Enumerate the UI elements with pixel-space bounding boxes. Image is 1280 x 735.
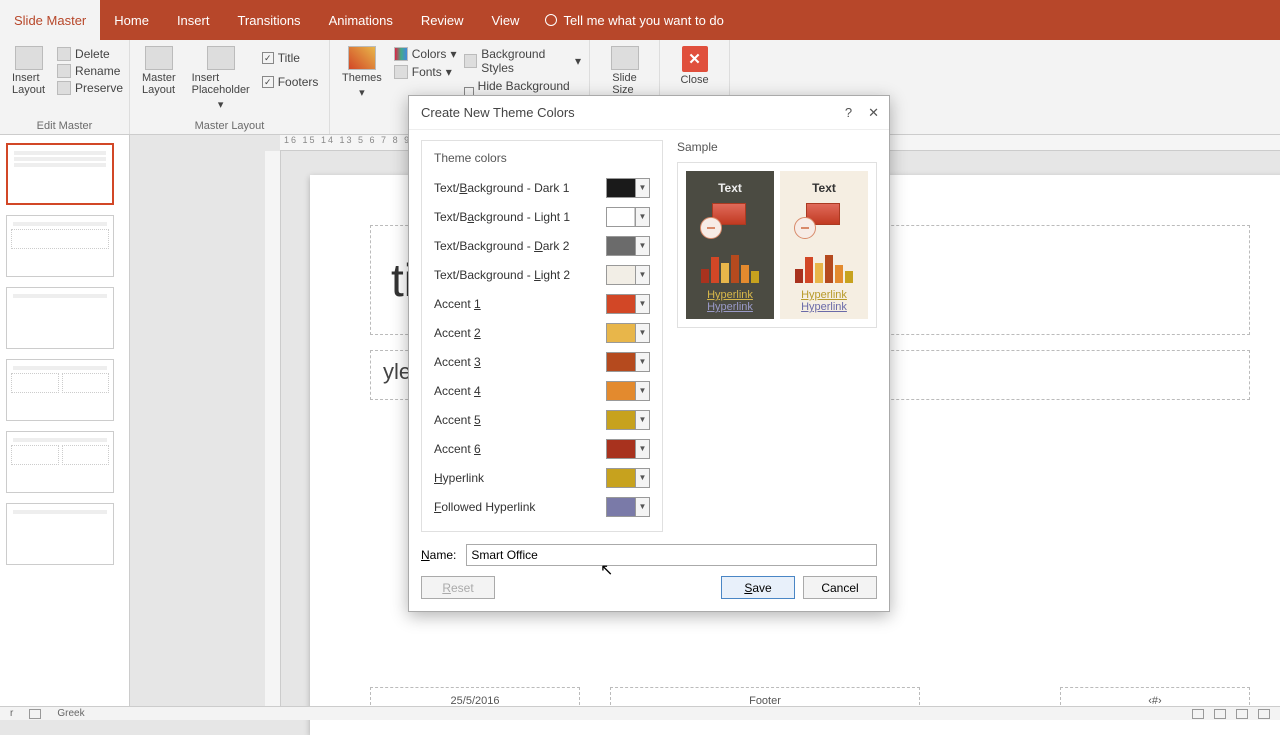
layout-thumb[interactable] [6,143,114,205]
cancel-button[interactable]: Cancel [803,576,877,599]
fonts-button[interactable]: Fonts ▾ [394,64,457,80]
slide-size-button[interactable]: Slide Size [607,44,643,98]
layout-thumb[interactable] [6,287,114,349]
bulb-icon [545,14,557,26]
save-button[interactable]: Save [721,576,795,599]
preserve-icon [57,81,71,95]
close-icon: ✕ [682,46,708,72]
layout-thumb[interactable] [6,359,114,421]
sample-dark: Text Hyperlink Hyperlink [686,171,774,319]
close-master-button[interactable]: ✕Close [676,44,712,88]
name-label: Name: [421,548,456,562]
layout-thumb[interactable] [6,431,114,493]
tab-slide-master[interactable]: Slide Master [0,0,100,40]
color-row: Accent 2 ▼ [434,318,650,347]
color-picker-button[interactable]: ▼ [606,323,650,343]
group-label-master-layout: Master Layout [138,120,321,132]
tab-view[interactable]: View [478,0,534,40]
color-row: Text/Background - Dark 2 ▼ [434,231,650,260]
tab-insert[interactable]: Insert [163,0,224,40]
insert-placeholder-icon [207,46,235,70]
status-icon [29,709,41,719]
tell-me-label: Tell me what you want to do [563,13,723,28]
status-language: Greek [57,708,84,719]
rename-button[interactable]: Rename [57,63,123,79]
delete-button[interactable]: Delete [57,46,123,62]
dialog-titlebar[interactable]: Create New Theme Colors ? ✕ [409,96,889,130]
theme-colors-pane: Theme colors Text/Background - Dark 1 ▼ … [421,140,663,532]
footers-checkbox[interactable]: ✓Footers [262,74,319,90]
name-input[interactable] [466,544,877,566]
color-row: Text/Background - Dark 1 ▼ [434,173,650,202]
dialog-title: Create New Theme Colors [421,105,575,120]
thumbnail-pane [0,135,130,706]
rename-icon [57,64,71,78]
themes-button[interactable]: Themes▾ [338,44,386,101]
insert-layout-icon [15,46,43,70]
color-row: Accent 4 ▼ [434,376,650,405]
tab-home[interactable]: Home [100,0,163,40]
color-row: Text/Background - Light 1 ▼ [434,202,650,231]
color-picker-button[interactable]: ▼ [606,497,650,517]
sample-preview: Text Hyperlink Hyperlink Text Hyperlink … [677,162,877,328]
tell-me[interactable]: Tell me what you want to do [533,0,735,40]
colors-icon [394,47,408,61]
color-picker-button[interactable]: ▼ [606,265,650,285]
color-row: Accent 3 ▼ [434,347,650,376]
status-bar: r Greek [0,706,1280,720]
master-layout-icon [145,46,173,70]
reset-button[interactable]: Reset [421,576,495,599]
color-picker-button[interactable]: ▼ [606,178,650,198]
color-picker-button[interactable]: ▼ [606,410,650,430]
insert-layout-button[interactable]: Insert Layout [8,44,49,98]
close-button[interactable]: ✕ [868,105,879,121]
tab-transitions[interactable]: Transitions [223,0,314,40]
slide-size-icon [611,46,639,70]
bg-styles-button[interactable]: Background Styles ▾ [464,46,581,76]
preserve-button[interactable]: Preserve [57,80,123,96]
color-picker-button[interactable]: ▼ [606,294,650,314]
theme-colors-label: Theme colors [434,151,650,165]
master-layout-button[interactable]: Master Layout [138,44,180,98]
status-text: r [10,708,13,719]
color-picker-button[interactable]: ▼ [606,439,650,459]
theme-colors-dialog: Create New Theme Colors ? ✕ Theme colors… [408,95,890,612]
color-picker-button[interactable]: ▼ [606,207,650,227]
color-row: Accent 5 ▼ [434,405,650,434]
bg-styles-icon [464,54,477,68]
help-button[interactable]: ? [845,105,852,121]
color-picker-button[interactable]: ▼ [606,468,650,488]
insert-placeholder-button[interactable]: Insert Placeholder▾ [188,44,254,113]
view-slideshow-icon[interactable] [1258,709,1270,719]
tab-animations[interactable]: Animations [315,0,407,40]
color-row: Accent 6 ▼ [434,434,650,463]
colors-button[interactable]: Colors ▾ [394,46,457,62]
group-label-edit-master: Edit Master [8,120,121,132]
fonts-icon [394,65,408,79]
color-row: Hyperlink ▼ [434,463,650,492]
ribbon-tabs: Slide Master Home Insert Transitions Ani… [0,0,1280,40]
view-normal-icon[interactable] [1192,709,1204,719]
color-picker-button[interactable]: ▼ [606,236,650,256]
vertical-ruler [265,151,281,706]
tab-review[interactable]: Review [407,0,478,40]
title-checkbox[interactable]: ✓Title [262,50,319,66]
layout-thumb[interactable] [6,215,114,277]
layout-thumb[interactable] [6,503,114,565]
color-row: Followed Hyperlink ▼ [434,492,650,521]
color-picker-button[interactable]: ▼ [606,352,650,372]
view-reading-icon[interactable] [1236,709,1248,719]
color-row: Text/Background - Light 2 ▼ [434,260,650,289]
sample-label: Sample [677,140,877,154]
themes-icon [348,46,376,70]
sample-light: Text Hyperlink Hyperlink [780,171,868,319]
color-row: Accent 1 ▼ [434,289,650,318]
color-picker-button[interactable]: ▼ [606,381,650,401]
delete-icon [57,47,71,61]
view-sorter-icon[interactable] [1214,709,1226,719]
